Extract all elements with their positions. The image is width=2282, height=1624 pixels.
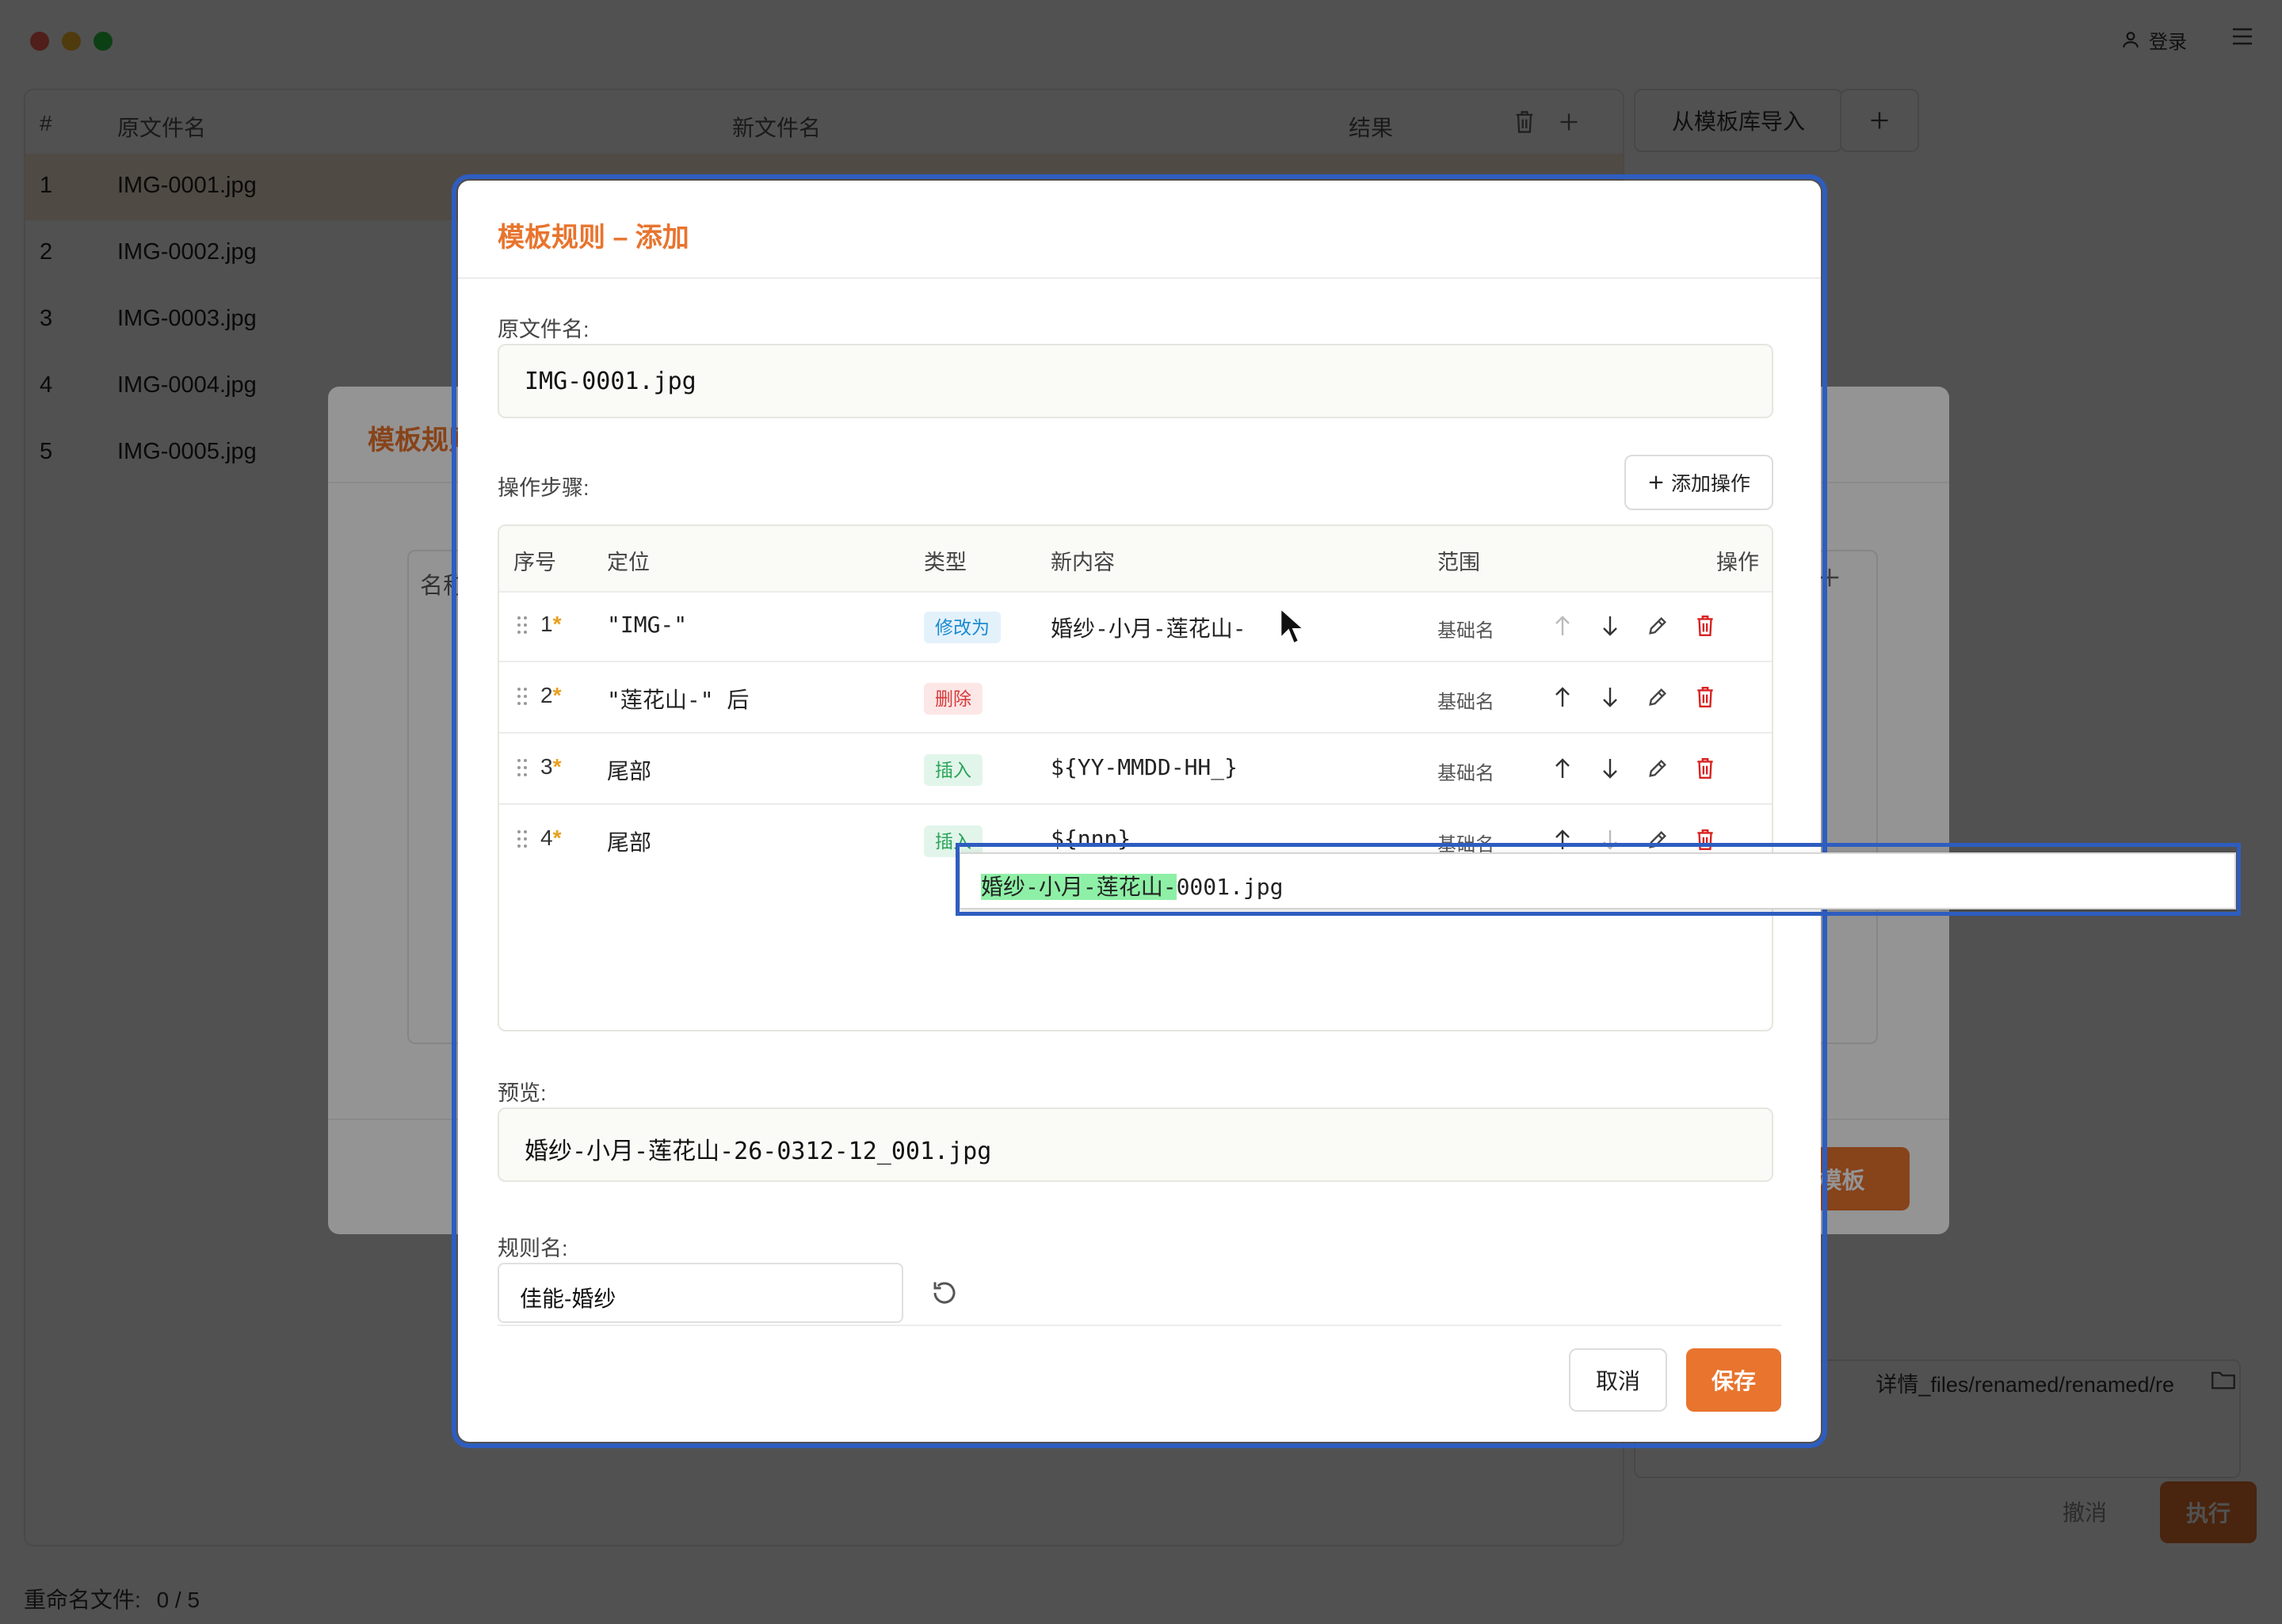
delete-step-button[interactable] [1691, 612, 1719, 640]
mouse-cursor-icon [1279, 607, 1306, 646]
step-row[interactable]: 2* "莲花山-" 后 删除 基础名 [499, 662, 1772, 734]
delete-step-button[interactable] [1691, 754, 1719, 783]
trash-icon [1697, 616, 1713, 636]
add-template-rule-dialog: 模板规则 – 添加 原文件名: IMG-0001.jpg 操作步骤: 添加操作 … [452, 174, 1827, 1448]
move-down-button[interactable] [1596, 825, 1624, 854]
pencil-icon [1649, 831, 1666, 848]
tooltip-text: 婚纱-小月-莲花山-0001.jpg [981, 870, 1283, 902]
pencil-icon [1649, 617, 1666, 635]
trash-icon [1697, 829, 1713, 850]
reset-icon[interactable] [930, 1279, 959, 1307]
step-row[interactable]: 3* 尾部 插入 ${YY-MMDD-HH_} 基础名 [499, 734, 1772, 805]
step-position: "IMG-" [607, 612, 688, 638]
steps-table: 序号 定位 类型 新内容 范围 操作 1* "IMG-" 修改为 婚纱-小月-莲… [498, 524, 1773, 1031]
move-up-button[interactable] [1548, 683, 1577, 711]
step-index: 3* [540, 754, 562, 779]
step-scope: 基础名 [1437, 692, 1494, 713]
arrow-down-icon [1603, 759, 1617, 779]
col-scope: 范围 [1437, 551, 1480, 574]
move-up-button[interactable] [1548, 754, 1577, 783]
edit-step-button[interactable] [1643, 754, 1672, 783]
col-type: 类型 [924, 551, 967, 574]
step-row[interactable]: 1* "IMG-" 修改为 婚纱-小月-莲花山- 基础名 [499, 591, 1772, 662]
arrow-down-icon [1603, 688, 1617, 707]
delete-step-button[interactable] [1691, 683, 1719, 711]
step-position: 尾部 [607, 758, 652, 784]
col-content: 新内容 [1051, 551, 1115, 574]
drag-handle-icon[interactable] [517, 757, 528, 778]
delete-step-button[interactable] [1691, 825, 1719, 854]
divider [498, 1325, 1781, 1326]
add-operation-label: 添加操作 [1670, 473, 1750, 495]
preview-value: 婚纱-小月-莲花山-26-0312-12_001.jpg [525, 1138, 992, 1165]
step-content: ${nnn} [1051, 825, 1131, 852]
pencil-icon [1649, 688, 1666, 706]
step-content: ${YY-MMDD-HH_} [1051, 754, 1238, 780]
step-type-badge: 删除 [924, 683, 983, 715]
save-button[interactable]: 保存 [1686, 1348, 1781, 1412]
step-scope: 基础名 [1437, 763, 1494, 784]
edit-step-button[interactable] [1643, 825, 1672, 854]
tooltip-rest: 0001.jpg [1176, 874, 1284, 900]
move-down-button[interactable] [1596, 754, 1624, 783]
step-scope: 基础名 [1437, 620, 1494, 642]
add-operation-button[interactable]: 添加操作 [1624, 455, 1773, 510]
move-down-button[interactable] [1596, 612, 1624, 640]
divider [458, 277, 1821, 279]
drag-handle-icon[interactable] [517, 829, 528, 849]
step-type-badge: 修改为 [924, 612, 1001, 643]
arrow-down-icon [1603, 830, 1617, 850]
step-position: "莲花山-" 后 [607, 687, 750, 713]
original-name-label: 原文件名: [498, 318, 590, 341]
move-up-button[interactable] [1548, 825, 1577, 854]
step-preview-tooltip: 婚纱-小月-莲花山-0001.jpg [959, 852, 2236, 909]
pencil-icon [1649, 760, 1666, 777]
col-actions: 操作 [1716, 551, 1759, 574]
cancel-button[interactable]: 取消 [1569, 1348, 1667, 1412]
arrow-up-icon [1555, 758, 1570, 778]
rule-name-value: 佳能-婚纱 [520, 1287, 616, 1311]
trash-icon [1697, 687, 1713, 707]
original-name-field[interactable]: IMG-0001.jpg [498, 344, 1773, 418]
edit-step-button[interactable] [1643, 612, 1672, 640]
arrow-up-icon [1555, 687, 1570, 707]
move-down-button[interactable] [1596, 683, 1624, 711]
steps-table-header: 序号 定位 类型 新内容 范围 操作 [499, 526, 1772, 593]
trash-icon [1697, 758, 1713, 779]
step-index: 2* [540, 683, 562, 707]
move-up-button[interactable] [1548, 612, 1577, 640]
step-type-badge: 插入 [924, 754, 983, 786]
rule-name-input[interactable]: 佳能-婚纱 [498, 1263, 903, 1323]
step-position: 尾部 [607, 829, 652, 856]
col-step-index: 序号 [513, 551, 556, 574]
edit-step-button[interactable] [1643, 683, 1672, 711]
col-position: 定位 [607, 551, 650, 574]
preview-field: 婚纱-小月-莲花山-26-0312-12_001.jpg [498, 1107, 1773, 1182]
step-content: 婚纱-小月-莲花山- [1051, 616, 1246, 642]
steps-label: 操作步骤: [498, 476, 590, 500]
original-name-value: IMG-0001.jpg [525, 368, 696, 395]
preview-label: 预览: [498, 1081, 547, 1105]
rule-name-label: 规则名: [498, 1237, 568, 1260]
plus-icon [1649, 475, 1663, 490]
tooltip-highlight: 婚纱-小月-莲花山- [981, 874, 1177, 900]
drag-handle-icon[interactable] [517, 686, 528, 707]
arrow-up-icon [1555, 829, 1570, 849]
drag-handle-icon[interactable] [517, 615, 528, 635]
arrow-down-icon [1603, 616, 1617, 636]
arrow-up-icon [1555, 616, 1570, 635]
step-index: 1* [540, 612, 562, 636]
step-index: 4* [540, 825, 562, 850]
dialog-title: 模板规则 – 添加 [498, 223, 689, 253]
